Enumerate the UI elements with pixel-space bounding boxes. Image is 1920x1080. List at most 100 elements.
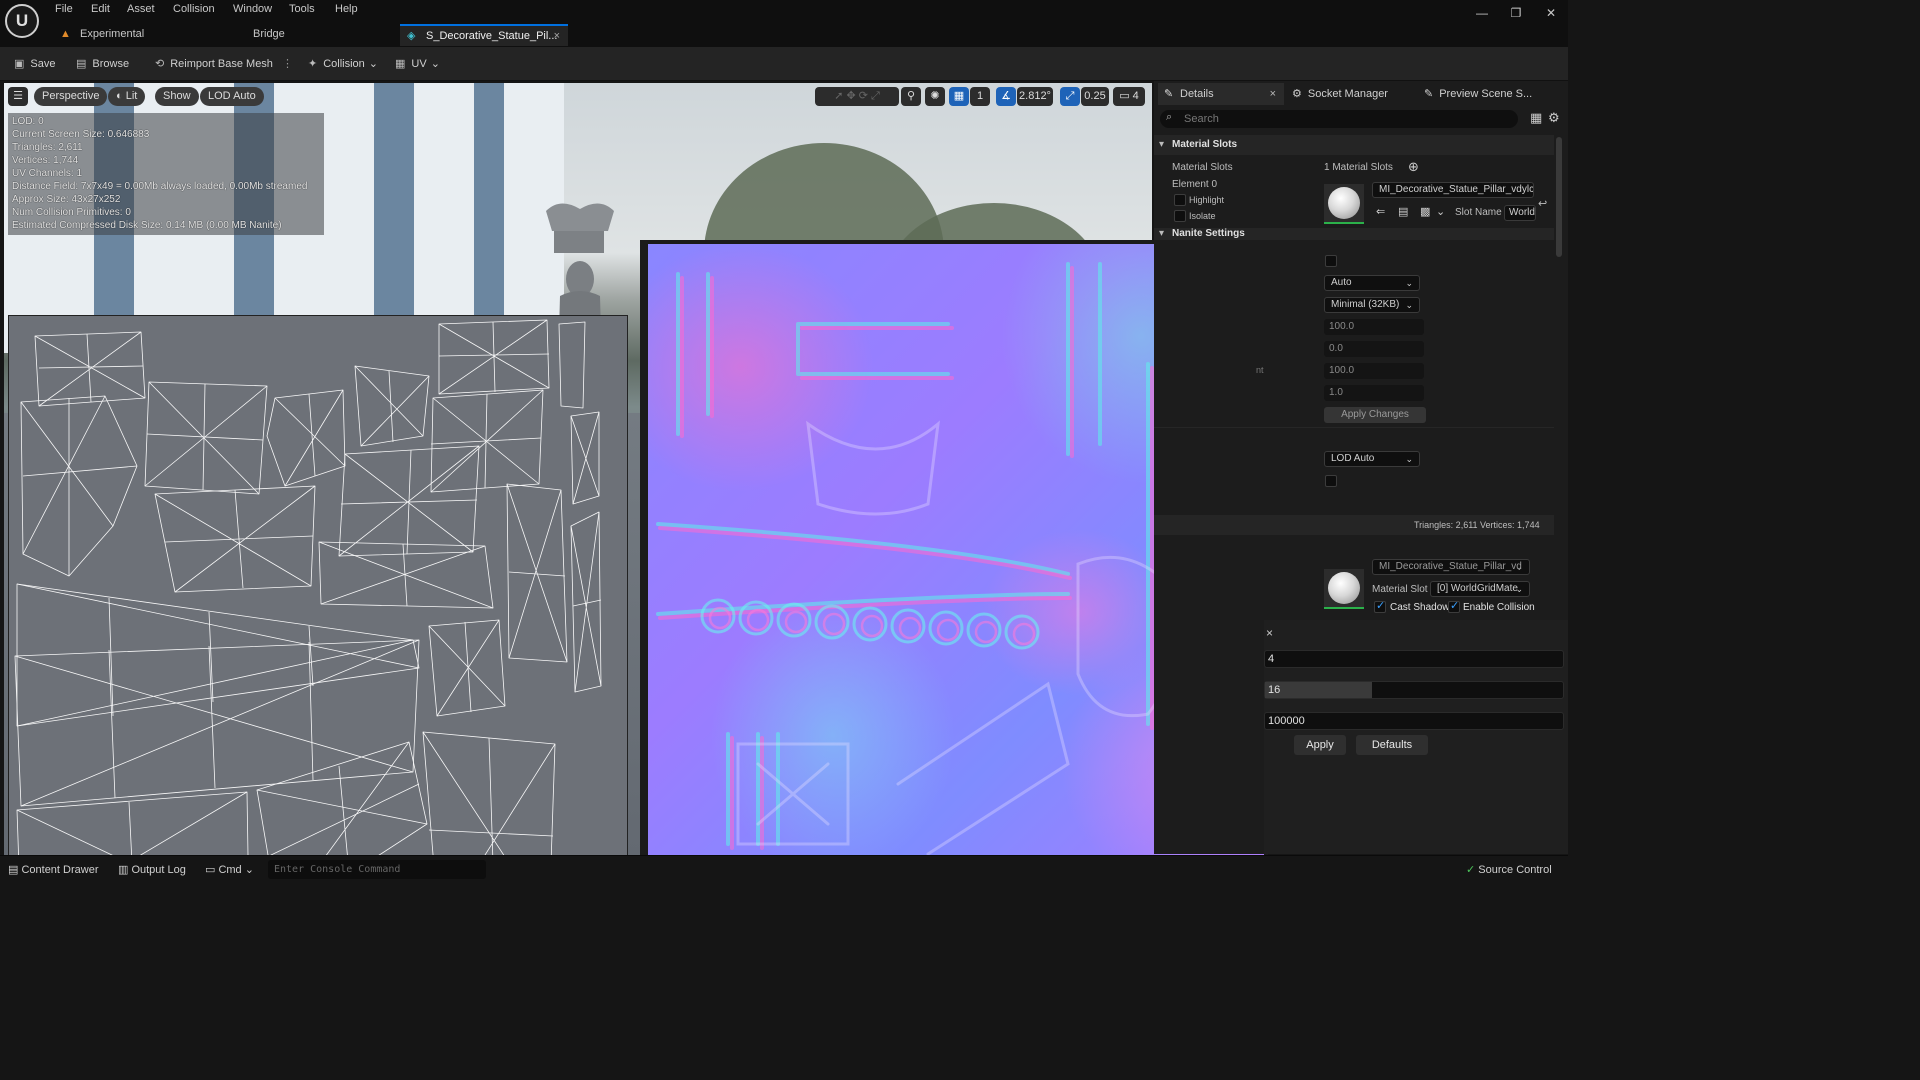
highlight-checkbox[interactable] — [1174, 194, 1186, 206]
details-search-input[interactable]: Search — [1160, 110, 1518, 128]
reimport-icon: ⟲ — [155, 58, 165, 70]
slot-name-field[interactable]: World — [1504, 205, 1536, 221]
collision-dropdown[interactable]: ✦ Collision ⌄ — [308, 55, 378, 73]
uv-dropdown[interactable]: ▦ UV ⌄ — [395, 55, 440, 73]
stat-line: Approx Size: 43x27x252 — [12, 194, 121, 205]
tab-experimental[interactable]: ▲ Experimental — [56, 24, 206, 46]
lod-picker-combo[interactable]: LOD Auto ⌄ — [1324, 451, 1420, 467]
apply-changes-button[interactable]: Apply Changes — [1324, 407, 1426, 423]
angle-snap-value[interactable]: 2.812° — [1017, 87, 1053, 106]
material-picker[interactable]: MI_Decorative_Statue_Pillar_vdylcj1g — [1372, 182, 1534, 198]
lod-material-picker[interactable]: MI_Decorative_Statue_Pillar_vd ⌄ — [1372, 559, 1530, 575]
restore-button[interactable]: ❐ — [1506, 6, 1526, 20]
divider — [1154, 427, 1554, 428]
material-slots-header-label: Material Slots — [1172, 139, 1238, 150]
cmd-dropdown[interactable]: ▭ Cmd ⌄ — [205, 863, 254, 876]
camera-speed[interactable]: ▭ 4 — [1113, 87, 1145, 106]
menu-edit[interactable]: Edit — [91, 3, 110, 15]
browse-button[interactable]: ▤ Browse — [76, 55, 129, 73]
angle-snap-icon[interactable]: ∡ — [996, 87, 1016, 106]
minimize-button[interactable]: — — [1472, 6, 1492, 20]
checker-icon[interactable]: ▩ — [1420, 205, 1430, 218]
close-tab-icon[interactable]: × — [1270, 83, 1276, 105]
tab-socket-manager-label: Socket Manager — [1307, 88, 1388, 100]
lod-auto-button[interactable]: LOD Auto — [200, 87, 264, 106]
output-log-button[interactable]: ▥ Output Log — [118, 863, 186, 876]
material-thumbnail[interactable] — [1324, 184, 1364, 224]
close-panel-icon[interactable]: × — [1266, 626, 1273, 640]
add-slot-icon[interactable]: ⊕ — [1408, 159, 1419, 175]
material-slots-header[interactable]: ▾ Material Slots — [1154, 135, 1554, 155]
tab-socket-manager[interactable]: ⚙ Socket Manager — [1292, 83, 1388, 105]
enable-collision-label: Enable Collision — [1463, 602, 1535, 613]
fallback-relative-error-field[interactable]: 1.0 — [1324, 385, 1424, 401]
grid-snap-icon[interactable]: ▦ — [949, 87, 969, 106]
scale-snap-icon[interactable]: ⤢ — [1060, 87, 1080, 106]
table-view-icon[interactable]: ▦ — [1530, 110, 1542, 126]
fallback-percent-field[interactable]: 100.0 — [1324, 363, 1424, 379]
lit-label: Lit — [125, 90, 138, 102]
fallback-percent-label: nt — [1256, 365, 1264, 375]
lit-button[interactable]: ◐ Lit — [108, 87, 146, 106]
menu-help[interactable]: Help — [335, 3, 358, 15]
stat-line: Vertices: 1,744 — [12, 155, 79, 166]
chevron-down-icon: ▾ — [1159, 139, 1165, 150]
nanite-settings-header[interactable]: ▾ Nanite Settings — [1154, 228, 1554, 240]
material-slot-combo[interactable]: [0] WorldGridMate ⌄ — [1430, 581, 1530, 597]
surface-snap-icon[interactable]: ⚲ — [901, 87, 921, 106]
details-scrollbar[interactable] — [1556, 137, 1562, 257]
scale-snap-value[interactable]: 0.25 — [1081, 87, 1109, 106]
reset-icon[interactable]: ↩ — [1538, 197, 1547, 210]
position-precision-combo[interactable]: Auto ⌄ — [1324, 275, 1420, 291]
lp-field-1[interactable]: 4 — [1264, 650, 1564, 668]
lp-field-3[interactable]: 100000 — [1264, 712, 1564, 730]
keep-triangle-percent-field[interactable]: 100.0 — [1324, 319, 1424, 335]
collision-label: Collision — [323, 58, 365, 70]
enable-collision-checkbox[interactable] — [1448, 599, 1460, 613]
browse-asset-icon[interactable]: ▤ — [1398, 205, 1408, 218]
console-input[interactable]: Enter Console Command — [268, 860, 486, 879]
tab-preview-scene-label: Preview Scene S... — [1439, 88, 1533, 100]
enable-nanite-checkbox[interactable] — [1325, 255, 1337, 267]
transform-tools[interactable]: ➚ ✥ ⟳ ⤢ — [815, 87, 899, 106]
menu-window[interactable]: Window — [233, 3, 272, 15]
apply-button[interactable]: Apply — [1294, 735, 1346, 755]
trim-relative-error-field[interactable]: 0.0 — [1324, 341, 1424, 357]
tab-preview-scene-settings[interactable]: ✎ Preview Scene S... — [1424, 83, 1532, 105]
menu-tools[interactable]: Tools — [289, 3, 315, 15]
reimport-base-mesh-button[interactable]: ⟲ Reimport Base Mesh — [155, 55, 273, 73]
chevron-down-icon[interactable]: ⌄ — [1436, 205, 1445, 218]
more-options-icon[interactable]: ⋮ — [282, 55, 293, 73]
save-button[interactable]: ▣ Save — [14, 55, 55, 73]
perspective-button[interactable]: Perspective — [34, 87, 108, 106]
close-window-button[interactable]: ✕ — [1541, 6, 1561, 20]
menu-file[interactable]: File — [55, 3, 73, 15]
lod0-header[interactable]: Triangles: 2,611 Vertices: 1,744 — [1154, 515, 1554, 535]
close-tab-icon[interactable]: × — [554, 26, 560, 46]
content-drawer-button[interactable]: ▤ Content Drawer — [8, 863, 99, 876]
minimum-residency-combo[interactable]: Minimal (32KB) ⌄ — [1324, 297, 1420, 313]
unreal-logo[interactable]: U — [5, 4, 39, 38]
viewport-stats: LOD: 0 Current Screen Size: 0.646883 Tri… — [8, 113, 324, 235]
lod-material-thumbnail[interactable] — [1324, 569, 1364, 609]
grid-snap-value[interactable]: 1 — [970, 87, 990, 106]
lit-icon: ◐ — [116, 90, 126, 102]
stat-line: Num Collision Primitives: 0 — [12, 207, 131, 218]
lp-field-2[interactable]: 16 — [1264, 681, 1564, 699]
menu-collision[interactable]: Collision — [173, 3, 215, 15]
defaults-button[interactable]: Defaults — [1356, 735, 1428, 755]
show-button[interactable]: Show — [155, 87, 199, 106]
use-selected-icon[interactable]: ⇐ — [1376, 205, 1385, 218]
isolate-checkbox[interactable] — [1174, 210, 1186, 222]
reimport-label: Reimport Base Mesh — [170, 58, 273, 70]
world-local-icon[interactable]: ✺ — [925, 87, 945, 106]
tab-static-mesh[interactable]: ◈ S_Decorative_Statue_Pil... × — [400, 24, 568, 46]
source-control-button[interactable]: ✓ Source Control — [1466, 863, 1552, 876]
gear-icon[interactable]: ⚙ — [1548, 110, 1560, 126]
tab-bridge[interactable]: Bridge — [253, 24, 313, 46]
tab-details[interactable]: ✎ Details × — [1158, 83, 1284, 105]
menu-asset[interactable]: Asset — [127, 3, 155, 15]
custom-lod-checkbox[interactable] — [1325, 475, 1337, 487]
viewport-menu-icon[interactable]: ☰ — [8, 87, 28, 106]
cast-shadow-checkbox[interactable] — [1374, 599, 1386, 613]
